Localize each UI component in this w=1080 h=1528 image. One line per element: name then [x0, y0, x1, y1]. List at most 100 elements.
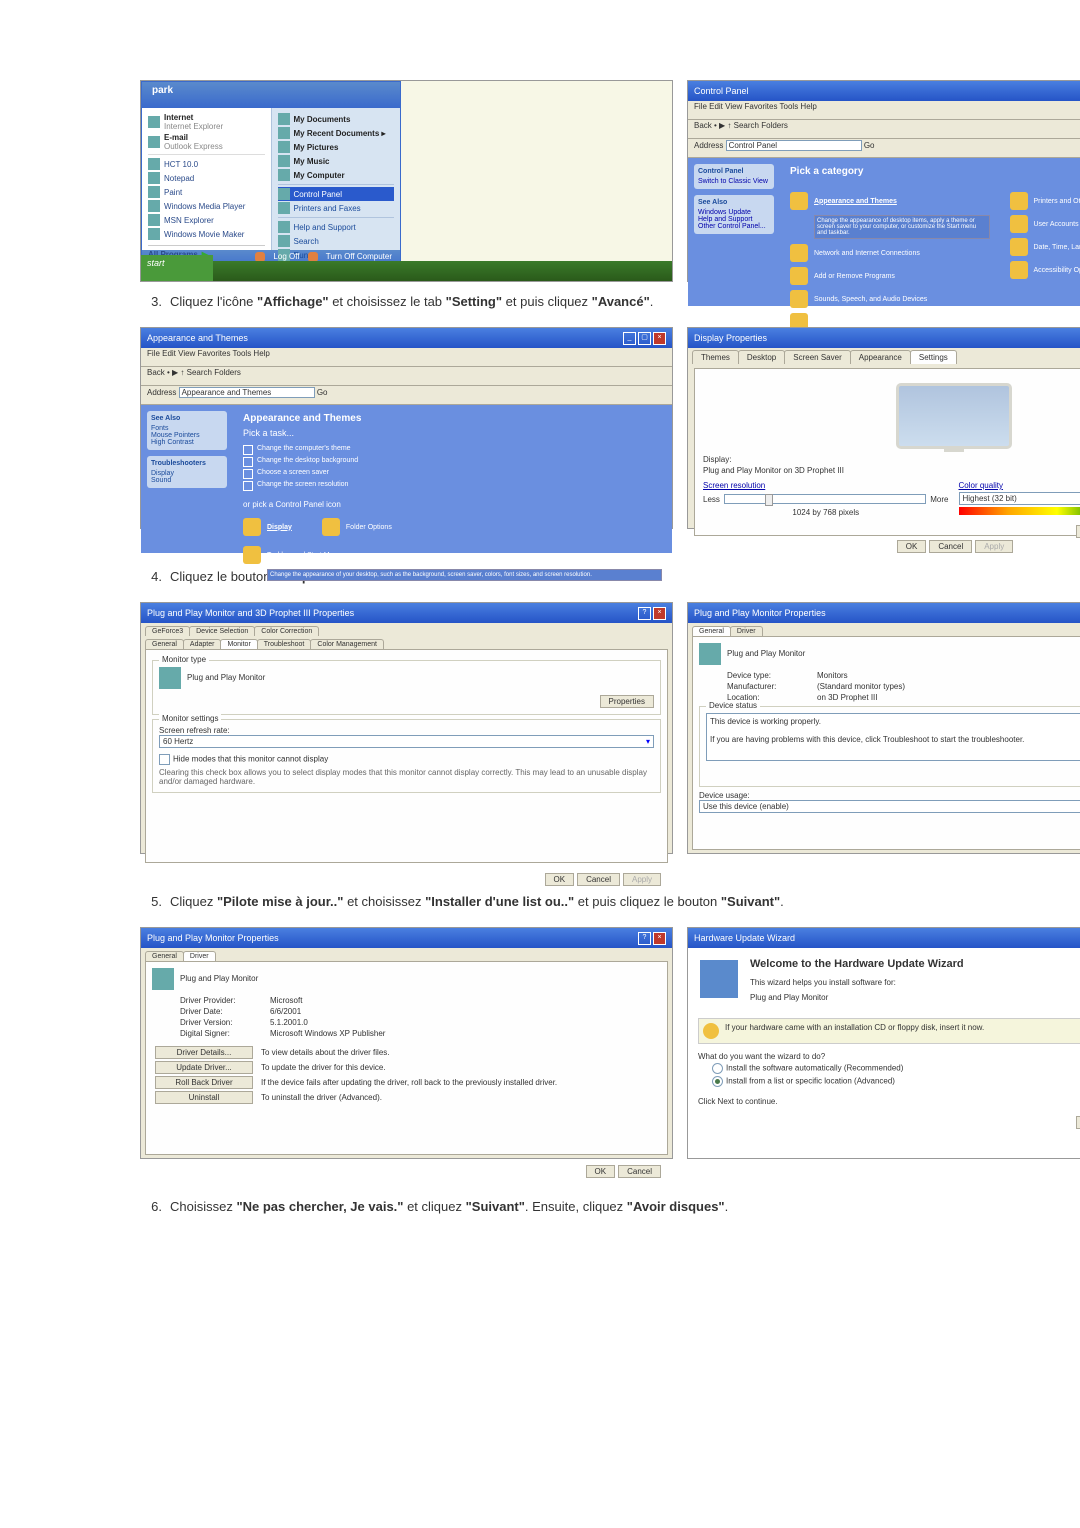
- tab-settings[interactable]: Settings: [910, 350, 957, 364]
- window-title: Appearance and Themes: [147, 333, 248, 343]
- wmp-icon: [148, 200, 160, 212]
- cancel-button[interactable]: Cancel: [577, 873, 620, 886]
- folder-icon: [278, 155, 290, 167]
- msn-icon: [148, 214, 160, 226]
- gear-icon: [278, 188, 290, 200]
- network-icon: [790, 244, 808, 262]
- notepad-icon: [148, 172, 160, 184]
- search-icon: [278, 235, 290, 247]
- pick-task: Pick a task...: [243, 428, 662, 438]
- tab-monitor[interactable]: Monitor: [220, 639, 257, 649]
- tab-themes[interactable]: Themes: [692, 350, 739, 364]
- checkbox-icon: [243, 469, 253, 479]
- computer-icon: [278, 169, 290, 181]
- cancel-button[interactable]: Cancel: [929, 540, 972, 553]
- app-icon: [148, 158, 160, 170]
- folder-icon: [278, 141, 290, 153]
- display-icon: [243, 518, 261, 536]
- screenshot-control-panel: Control Panel_▢× File Edit View Favorite…: [687, 80, 1080, 282]
- start-button[interactable]: start: [141, 255, 213, 281]
- window-title: Control Panel: [694, 86, 749, 96]
- minimize-icon[interactable]: _: [623, 332, 636, 345]
- close-icon[interactable]: ×: [653, 607, 666, 620]
- apply-button[interactable]: Apply: [623, 873, 661, 886]
- region-icon: [1010, 238, 1028, 256]
- update-driver-button[interactable]: Update Driver...: [155, 1061, 253, 1074]
- ok-button[interactable]: OK: [586, 1165, 616, 1178]
- address-field[interactable]: Control Panel: [726, 140, 862, 151]
- checkbox-icon: [243, 481, 253, 491]
- back-button[interactable]: < Back: [1076, 1116, 1080, 1129]
- tab-general[interactable]: General: [145, 951, 184, 961]
- hide-modes-checkbox[interactable]: [159, 754, 170, 765]
- accessibility-icon: [1010, 261, 1028, 279]
- info-icon: [703, 1023, 719, 1039]
- go-button[interactable]: Go: [864, 141, 875, 150]
- help-icon: [278, 221, 290, 233]
- tab-appearance[interactable]: Appearance: [850, 350, 911, 364]
- properties-button[interactable]: Properties: [600, 695, 654, 708]
- color-bar: [959, 507, 1080, 515]
- taskbar-icon: [243, 546, 261, 564]
- screenshot-driver-tab: Plug and Play Monitor Properties?× Gener…: [140, 927, 673, 1159]
- start-menu-user: park: [142, 82, 400, 108]
- tab-driver[interactable]: Driver: [730, 626, 763, 636]
- color-quality-select[interactable]: Highest (32 bit)▾: [959, 492, 1080, 505]
- monitor-icon: [159, 667, 181, 689]
- driver-details-button[interactable]: Driver Details...: [155, 1046, 253, 1059]
- resolution-slider[interactable]: [724, 494, 926, 504]
- tab-desktop[interactable]: Desktop: [738, 350, 785, 364]
- screenshot-display-properties: Display Properties?× ThemesDesktopScreen…: [687, 327, 1080, 529]
- ok-button[interactable]: OK: [897, 540, 927, 553]
- uninstall-button[interactable]: Uninstall: [155, 1091, 253, 1104]
- window-title: Display Properties: [694, 333, 767, 343]
- window-title: Plug and Play Monitor and 3D Prophet III…: [147, 608, 354, 618]
- apply-button[interactable]: Apply: [975, 540, 1013, 553]
- troubleshoot-button[interactable]: Troubleshoot...: [1076, 525, 1080, 538]
- screenshot-appearance-themes: Appearance and Themes_▢× File Edit View …: [140, 327, 673, 529]
- monitor-icon: [699, 643, 721, 665]
- sound-icon: [790, 290, 808, 308]
- tab-general[interactable]: General: [692, 626, 731, 636]
- mail-icon: [148, 136, 160, 148]
- tab-driver[interactable]: Driver: [183, 951, 216, 961]
- monitor-icon: [152, 968, 174, 990]
- screenshot-adapter-properties: Plug and Play Monitor and 3D Prophet III…: [140, 602, 673, 854]
- screenshot-monitor-properties: Plug and Play Monitor Properties?× Gener…: [687, 602, 1080, 854]
- users-icon: [1010, 215, 1028, 233]
- radio-list[interactable]: [712, 1076, 723, 1087]
- rollback-driver-button[interactable]: Roll Back Driver: [155, 1076, 253, 1089]
- close-icon[interactable]: ×: [653, 932, 666, 945]
- tab-screensaver[interactable]: Screen Saver: [784, 350, 850, 364]
- checkbox-icon: [243, 445, 253, 455]
- nav-toolbar[interactable]: Back • ▶ ↑ Search Folders: [688, 120, 1080, 139]
- display-icon: [790, 192, 808, 210]
- help-icon[interactable]: ?: [638, 932, 651, 945]
- close-icon[interactable]: ×: [653, 332, 666, 345]
- screenshot-hardware-wizard: Hardware Update Wizard Welcome to the Ha…: [687, 927, 1080, 1159]
- pick-category: Pick a category: [790, 166, 1080, 177]
- ok-button[interactable]: OK: [545, 873, 575, 886]
- radio-auto[interactable]: [712, 1063, 723, 1074]
- paint-icon: [148, 186, 160, 198]
- addremove-icon: [790, 267, 808, 285]
- cancel-button[interactable]: Cancel: [618, 1165, 661, 1178]
- chevron-down-icon: ▾: [646, 737, 650, 746]
- ie-icon: [148, 116, 160, 128]
- instruction-step-5: 5.Cliquez "Pilote mise à jour.." et choi…: [140, 894, 1080, 909]
- folder-icon: [278, 113, 290, 125]
- window-title: Plug and Play Monitor Properties: [694, 608, 826, 618]
- screenshot-start-menu: park InternetInternet Explorer E-mailOut…: [140, 80, 673, 282]
- window-title: Hardware Update Wizard: [694, 933, 795, 943]
- instruction-step-6: 6.Choisissez "Ne pas chercher, Je vais."…: [140, 1199, 1080, 1214]
- category-appearance[interactable]: Appearance and Themes: [790, 192, 990, 210]
- refresh-rate-select[interactable]: 60 Hertz▾: [159, 735, 654, 748]
- wizard-icon: [698, 958, 740, 1000]
- help-icon[interactable]: ?: [638, 607, 651, 620]
- icon-display[interactable]: Display: [243, 518, 292, 536]
- checkbox-icon: [243, 457, 253, 467]
- device-usage-select[interactable]: Use this device (enable)▾: [699, 800, 1080, 813]
- wizard-heading: Welcome to the Hardware Update Wizard: [698, 958, 1080, 970]
- maximize-icon[interactable]: ▢: [638, 332, 651, 345]
- menu-bar[interactable]: File Edit View Favorites Tools Help: [688, 101, 1080, 120]
